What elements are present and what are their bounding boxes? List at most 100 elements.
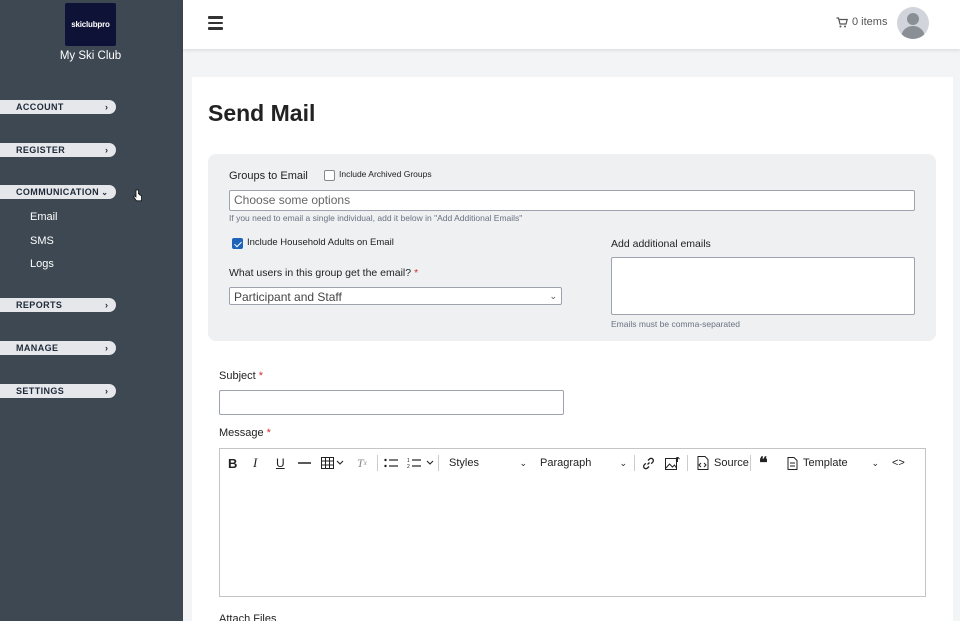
message-editor[interactable] bbox=[219, 476, 926, 597]
cart-count: 0 items bbox=[852, 16, 888, 28]
source-button[interactable]: Source bbox=[696, 454, 749, 472]
groups-placeholder: Choose some options bbox=[234, 193, 351, 207]
include-household-label: Include Household Adults on Email bbox=[247, 237, 394, 248]
include-archived-checkbox[interactable] bbox=[324, 170, 335, 181]
chevron-down-icon: ⌄ bbox=[549, 291, 557, 301]
send-mail-card: Send Mail Groups to Email Include Archiv… bbox=[192, 77, 953, 621]
additional-emails-label: Add additional emails bbox=[611, 238, 711, 250]
user-avatar-icon[interactable] bbox=[897, 7, 929, 39]
source-label: Source bbox=[714, 457, 749, 469]
nav-account[interactable]: ACCOUNT › bbox=[0, 100, 116, 114]
template-button-content: Template bbox=[787, 456, 848, 470]
underline-icon[interactable]: U bbox=[276, 454, 285, 472]
link-glyph bbox=[643, 457, 654, 469]
blockquote-icon[interactable]: ❝ bbox=[759, 454, 768, 472]
attach-files-label: Attach Files bbox=[219, 613, 277, 621]
toolbar-divider bbox=[438, 455, 439, 471]
sidebar: skiclubpro My Ski Club ACCOUNT › REGISTE… bbox=[0, 0, 183, 621]
required-asterisk: * bbox=[414, 267, 419, 279]
required-asterisk: * bbox=[266, 427, 271, 439]
nav-label: MANAGE bbox=[16, 343, 59, 353]
message-label-text: Message bbox=[219, 427, 264, 439]
horizontal-line-icon[interactable] bbox=[298, 454, 311, 472]
page-title: Send Mail bbox=[208, 100, 316, 126]
nav-label: ACCOUNT bbox=[16, 102, 64, 112]
paragraph-label: Paragraph bbox=[540, 457, 592, 469]
include-archived-label: Include Archived Groups bbox=[339, 169, 432, 179]
subject-label: Subject * bbox=[219, 370, 263, 382]
table-icon[interactable] bbox=[321, 454, 345, 472]
club-logo[interactable]: skiclubpro bbox=[65, 3, 116, 46]
users-select[interactable]: Participant and Staff ⌄ bbox=[229, 287, 562, 305]
message-label: Message * bbox=[219, 427, 271, 439]
subject-input[interactable] bbox=[219, 390, 564, 415]
editor-toolbar: B I U Tx 1 2 Styles ⌄ Paragraph ⌄ Source… bbox=[219, 448, 926, 477]
toolbar-divider bbox=[687, 455, 688, 471]
cart-button[interactable]: 0 items bbox=[836, 16, 887, 28]
required-asterisk: * bbox=[258, 370, 263, 382]
html-embed-icon[interactable]: <> bbox=[892, 454, 905, 472]
number-list-glyph: 1 2 bbox=[407, 458, 434, 469]
image-glyph bbox=[665, 456, 680, 470]
chevron-right-icon: › bbox=[105, 145, 108, 155]
top-bar: 0 items bbox=[183, 0, 960, 49]
groups-panel: Groups to Email Include Archived Groups … bbox=[208, 154, 936, 341]
insert-image-icon[interactable] bbox=[665, 454, 680, 472]
chevron-right-icon: › bbox=[105, 386, 108, 396]
users-label-text: What users in this group get the email? bbox=[229, 267, 412, 279]
link-icon[interactable] bbox=[642, 454, 655, 472]
subject-label-text: Subject bbox=[219, 370, 256, 382]
toolbar-divider bbox=[377, 455, 378, 471]
chevron-right-icon: › bbox=[105, 300, 108, 310]
nav-label: COMMUNICATION bbox=[16, 187, 100, 197]
nav-register[interactable]: REGISTER › bbox=[0, 143, 116, 157]
cart-icon bbox=[836, 16, 848, 27]
users-selected-value: Participant and Staff bbox=[234, 290, 342, 304]
chevron-right-icon: › bbox=[105, 102, 108, 112]
styles-dropdown[interactable]: Styles ⌄ bbox=[449, 454, 527, 472]
template-label: Template bbox=[803, 457, 848, 469]
chevron-down-icon: ⌄ bbox=[871, 457, 879, 468]
club-name: My Ski Club bbox=[59, 50, 122, 62]
groups-hint: If you need to email a single individual… bbox=[229, 213, 523, 223]
hamburger-menu-icon[interactable] bbox=[208, 16, 223, 30]
nav-settings[interactable]: SETTINGS › bbox=[0, 384, 116, 398]
source-icon bbox=[697, 456, 709, 470]
include-household-checkbox[interactable] bbox=[232, 238, 243, 249]
nav-label: SETTINGS bbox=[16, 386, 65, 396]
additional-emails-hint: Emails must be comma-separated bbox=[611, 319, 740, 329]
nav-label: REGISTER bbox=[16, 145, 66, 155]
subnav-email[interactable]: Email bbox=[30, 211, 58, 223]
bold-icon[interactable]: B bbox=[228, 454, 237, 472]
groups-select-input[interactable]: Choose some options bbox=[229, 190, 915, 211]
additional-emails-textarea[interactable] bbox=[611, 257, 915, 315]
chevron-down-icon: ⌄ bbox=[519, 457, 527, 468]
template-dropdown[interactable]: Template ⌄ bbox=[787, 454, 879, 472]
nav-reports[interactable]: REPORTS › bbox=[0, 298, 116, 312]
chevron-right-icon: › bbox=[105, 343, 108, 353]
toolbar-divider bbox=[750, 455, 751, 471]
svg-text:2: 2 bbox=[407, 464, 410, 469]
italic-icon[interactable]: I bbox=[253, 454, 257, 472]
subnav-sms[interactable]: SMS bbox=[30, 235, 54, 247]
toolbar-divider bbox=[634, 455, 635, 471]
users-label: What users in this group get the email? * bbox=[229, 267, 418, 279]
nav-communication[interactable]: COMMUNICATION ⌄ bbox=[0, 185, 116, 199]
mouse-pointer-icon bbox=[133, 189, 142, 202]
numbered-list-icon[interactable]: 1 2 bbox=[407, 454, 435, 472]
remove-format-icon[interactable]: Tx bbox=[357, 454, 367, 472]
hr-glyph bbox=[298, 462, 311, 464]
avatar-silhouette bbox=[901, 13, 925, 39]
paragraph-dropdown[interactable]: Paragraph ⌄ bbox=[540, 454, 627, 472]
logo-text: skiclubpro bbox=[71, 20, 110, 29]
chevron-down-icon: ⌄ bbox=[101, 187, 108, 197]
table-glyph bbox=[321, 457, 344, 469]
bullet-list-glyph bbox=[384, 458, 398, 468]
styles-label: Styles bbox=[449, 457, 479, 469]
nav-manage[interactable]: MANAGE › bbox=[0, 341, 116, 355]
nav-label: REPORTS bbox=[16, 300, 63, 310]
document-icon bbox=[787, 456, 798, 470]
bulleted-list-icon[interactable] bbox=[384, 454, 398, 472]
subnav-logs[interactable]: Logs bbox=[30, 258, 54, 270]
groups-label: Groups to Email bbox=[229, 170, 308, 182]
